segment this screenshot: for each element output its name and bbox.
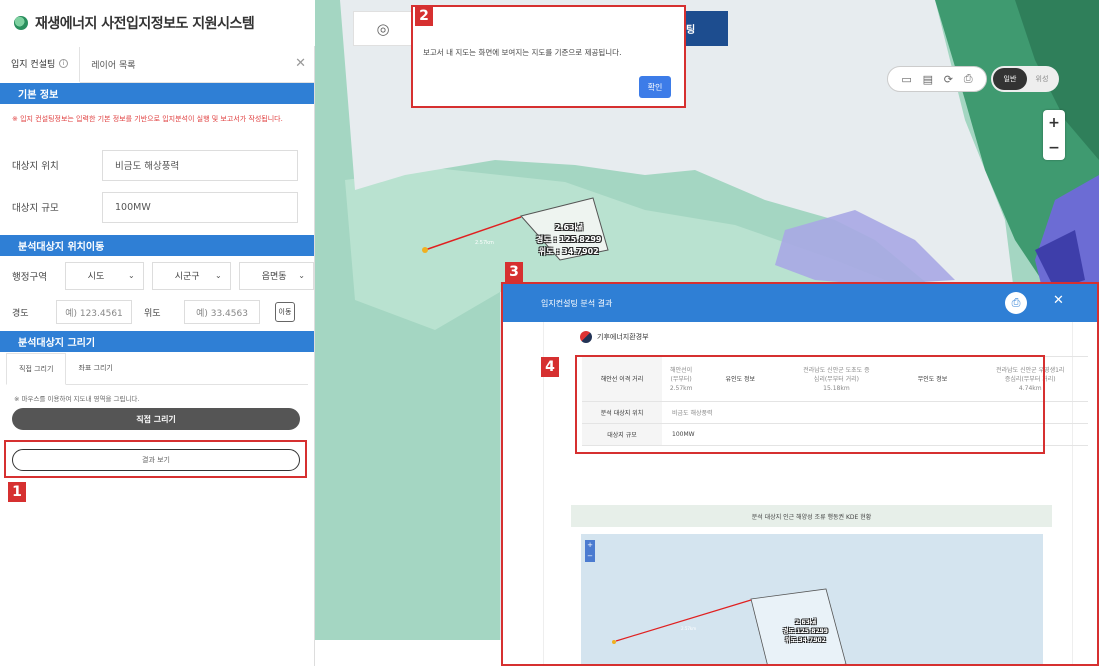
report-mini-map[interactable]: 2.57km + − 2.63㎢ 경도:125.8299 위도:34.7902 bbox=[581, 534, 1043, 664]
svg-text:2.57km: 2.57km bbox=[681, 626, 696, 631]
government-emblem-icon bbox=[580, 331, 592, 343]
notice-text: ※ 입지 컨설팅정보는 입력한 기본 정보를 기반으로 입지분석이 실행 및 보… bbox=[12, 115, 283, 123]
site-location-label: 대상지 위치 bbox=[12, 161, 59, 172]
site-scale-input[interactable]: 100MW bbox=[102, 191, 298, 223]
site-scale-row: 대상지 규모 100MW bbox=[0, 186, 314, 228]
chevron-down-icon: ⌄ bbox=[298, 271, 305, 280]
svg-text:2.57km: 2.57km bbox=[475, 240, 494, 246]
table-icon[interactable]: ▤ bbox=[923, 73, 933, 86]
mini-polygon-label: 2.63㎢ 경도:125.8299 위도:34.7902 bbox=[783, 619, 828, 644]
top-tab-consulting[interactable]: 팅 bbox=[683, 11, 728, 46]
basic-info-header: 기본 정보 bbox=[0, 83, 314, 104]
sigungu-select[interactable]: 시군구 ⌄ bbox=[151, 261, 231, 290]
result-panel: 입지컨설팅 분석 결과 ⎙ ✕ 기후에너지환경부 해안선 이격 거리 해안선이(… bbox=[501, 282, 1099, 666]
dialog-confirm-button[interactable]: 확인 bbox=[639, 76, 671, 98]
kde-section-title: 분석 대상지 인근 해양성 조류 행동권 KDE 현황 bbox=[571, 505, 1052, 527]
site-scale-label: 대상지 규모 bbox=[12, 203, 59, 214]
app-header: 재생에너지 사전입지정보도 지원시스템 bbox=[0, 0, 315, 46]
lon-input[interactable]: 예) 123.4561 bbox=[56, 300, 132, 324]
mini-zoom-control: + − bbox=[585, 540, 595, 562]
eupmyeondong-select[interactable]: 읍면동 ⌄ bbox=[238, 261, 314, 290]
print-icon[interactable]: ⎙ bbox=[1005, 292, 1027, 314]
move-button[interactable]: 이동 bbox=[275, 302, 295, 322]
admin-region-label: 행정구역 bbox=[12, 271, 47, 283]
callout-badge-2: 2 bbox=[415, 6, 433, 26]
draw-hint: ※ 마우스를 이용하여 지도내 영역을 그립니다. bbox=[14, 395, 140, 403]
sido-select[interactable]: 시도 ⌄ bbox=[64, 261, 144, 290]
map-type-normal[interactable]: 일반 bbox=[993, 68, 1027, 90]
draw-tabs: 직접 그리기 좌표 그리기 bbox=[6, 352, 308, 385]
callout-badge-3: 3 bbox=[505, 262, 523, 282]
lon-label: 경도 bbox=[12, 308, 29, 319]
callout-badge-4: 4 bbox=[541, 357, 559, 377]
map-notice-dialog: 보고서 내 지도는 화면에 보여지는 지도를 기준으로 제공됩니다. 확인 bbox=[411, 5, 686, 108]
agency-logo: 기후에너지환경부 bbox=[580, 331, 649, 343]
zoom-in-icon[interactable]: + bbox=[587, 542, 593, 549]
zoom-control: + − bbox=[1043, 110, 1065, 160]
refresh-icon[interactable]: ⟳ bbox=[944, 73, 953, 86]
dialog-message: 보고서 내 지도는 화면에 보여지는 지도를 기준으로 제공됩니다. bbox=[423, 48, 622, 57]
draw-header: 분석대상지 그리기 bbox=[0, 331, 314, 352]
admin-region-row: 행정구역 시도 ⌄ 시군구 ⌄ 읍면동 ⌄ bbox=[0, 256, 314, 295]
tab-site-consulting[interactable]: 입지 컨설팅 i bbox=[0, 46, 81, 83]
direct-draw-button[interactable]: 직접 그리기 bbox=[12, 408, 300, 430]
map-toolbar: ▭ ▤ ⟳ ⎙ bbox=[887, 66, 987, 92]
lat-label: 위도 bbox=[144, 308, 161, 319]
callout-box-4 bbox=[575, 355, 1045, 454]
lat-input[interactable]: 예) 33.4563 bbox=[184, 300, 260, 324]
mini-map-graphic: 2.57km bbox=[581, 534, 1043, 664]
tab-layer-list[interactable]: 레이어 목록 bbox=[80, 46, 146, 82]
result-view-button[interactable]: 결과 보기 bbox=[12, 449, 300, 471]
polygon-area-label: 2.63㎢ 경도 : 125.8299 위도 : 34.7902 bbox=[536, 223, 602, 256]
info-icon: i bbox=[59, 59, 69, 68]
globe-icon: ◎ bbox=[376, 19, 390, 38]
tab-coord-draw[interactable]: 좌표 그리기 bbox=[66, 352, 124, 384]
logo-icon bbox=[14, 16, 28, 30]
site-location-row: 대상지 위치 비금도 해상풍력 bbox=[0, 144, 314, 186]
zoom-in-icon[interactable]: + bbox=[1048, 115, 1060, 131]
chevron-down-icon: ⌄ bbox=[215, 271, 222, 280]
measure-icon[interactable]: ▭ bbox=[901, 73, 911, 86]
callout-badge-1: 1 bbox=[8, 482, 26, 502]
site-location-input[interactable]: 비금도 해상풍력 bbox=[102, 149, 298, 181]
close-icon[interactable]: ✕ bbox=[1053, 293, 1064, 308]
close-icon[interactable]: ✕ bbox=[295, 56, 306, 71]
result-panel-header: 입지컨설팅 분석 결과 ⎙ ✕ bbox=[503, 284, 1097, 322]
tab-direct-draw[interactable]: 직접 그리기 bbox=[6, 352, 67, 385]
sidebar: 입지 컨설팅 i 레이어 목록 ✕ 기본 정보 ※ 입지 컨설팅정보는 입력한 기… bbox=[0, 46, 315, 666]
coord-row: 경도 예) 123.4561 위도 예) 33.4563 이동 bbox=[0, 295, 314, 329]
app-title: 재생에너지 사전입지정보도 지원시스템 bbox=[35, 16, 255, 32]
chevron-down-icon: ⌄ bbox=[128, 271, 135, 280]
globe-tab[interactable]: ◎ bbox=[353, 11, 413, 46]
sidebar-tabs: 입지 컨설팅 i 레이어 목록 ✕ bbox=[0, 46, 314, 83]
zoom-out-icon[interactable]: − bbox=[1048, 140, 1060, 156]
map-type-satellite[interactable]: 위성 bbox=[1027, 74, 1057, 84]
map-type-toggle[interactable]: 일반 위성 bbox=[991, 66, 1059, 92]
zoom-out-icon[interactable]: − bbox=[587, 553, 593, 560]
move-header: 분석대상지 위치이동 bbox=[0, 235, 314, 256]
print-icon[interactable]: ⎙ bbox=[964, 72, 973, 86]
result-panel-title: 입지컨설팅 분석 결과 bbox=[541, 298, 613, 308]
